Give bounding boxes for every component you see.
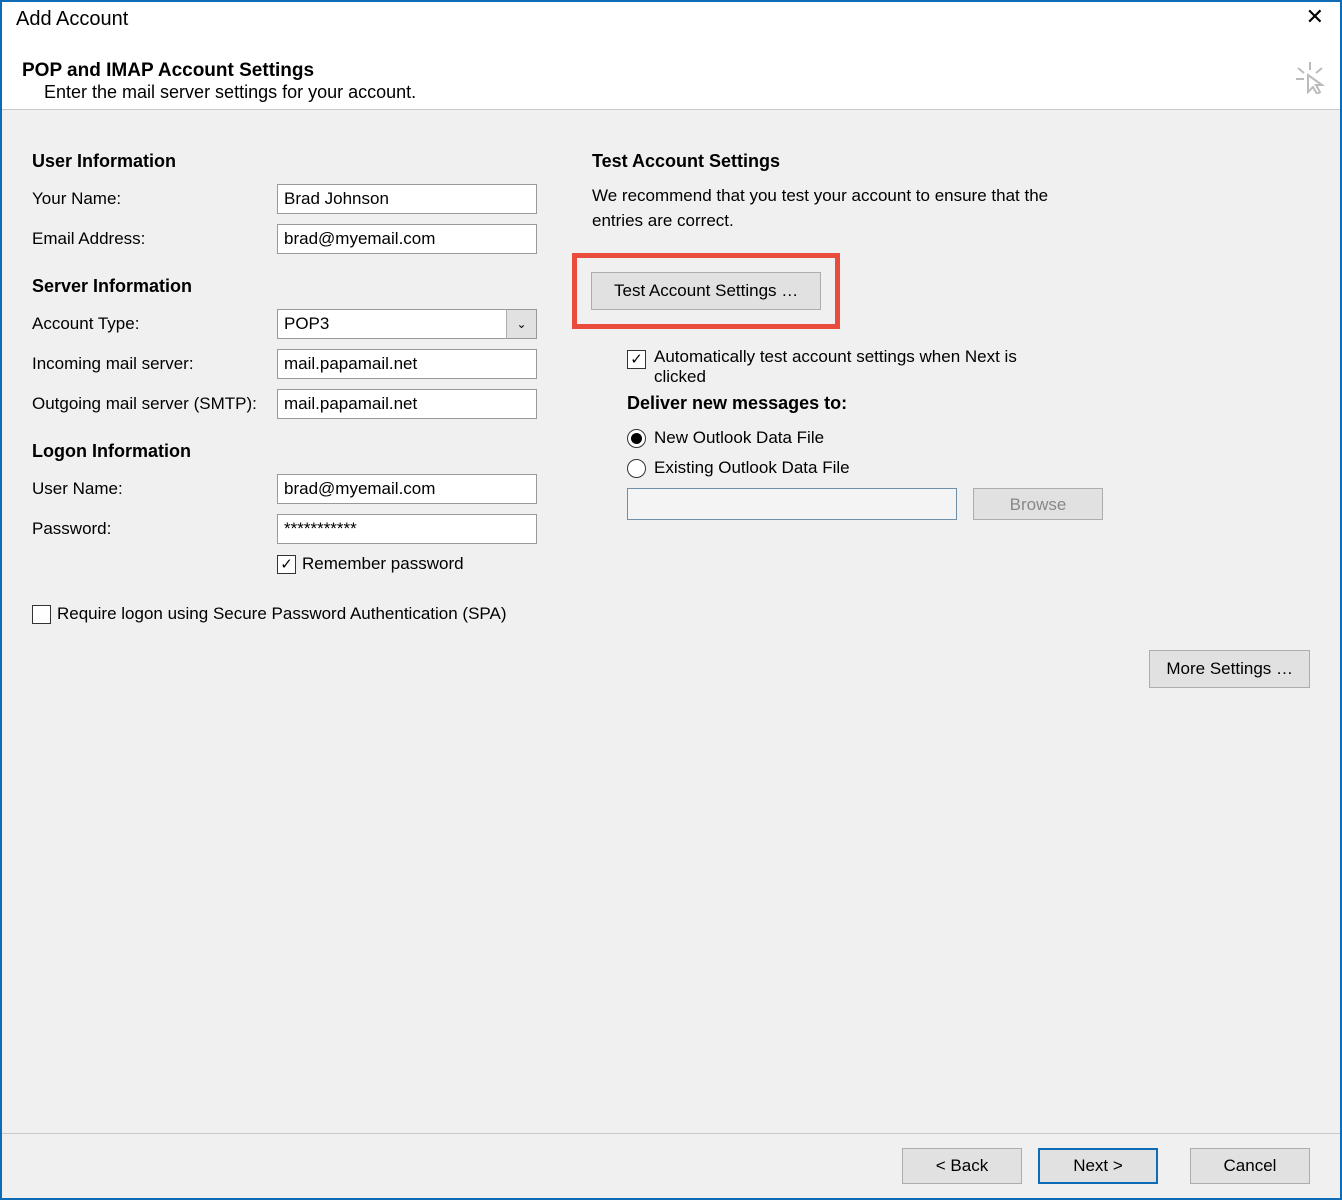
auto-test-label: Automatically test account settings when… [654, 347, 1057, 387]
your-name-label: Your Name: [32, 189, 277, 209]
account-type-value: POP3 [278, 314, 506, 334]
remember-password-checkbox[interactable]: ✓ [277, 555, 296, 574]
cursor-click-icon [1294, 62, 1326, 99]
existing-data-file-radio[interactable] [627, 459, 646, 478]
right-column: Test Account Settings We recommend that … [592, 145, 1310, 1133]
password-label: Password: [32, 519, 277, 539]
chevron-down-icon: ⌄ [506, 310, 536, 338]
test-button-highlight: Test Account Settings … [572, 253, 840, 329]
existing-data-file-label: Existing Outlook Data File [654, 458, 850, 478]
user-info-title: User Information [32, 151, 542, 172]
spa-checkbox[interactable] [32, 605, 51, 624]
more-settings-button[interactable]: More Settings … [1149, 650, 1310, 688]
your-name-input[interactable] [277, 184, 537, 214]
next-button[interactable]: Next > [1038, 1148, 1158, 1184]
content-area: User Information Your Name: Email Addres… [2, 110, 1340, 1133]
left-column: User Information Your Name: Email Addres… [32, 145, 542, 1133]
username-label: User Name: [32, 479, 277, 499]
incoming-server-input[interactable] [277, 349, 537, 379]
titlebar: Add Account ✕ [2, 2, 1340, 48]
account-type-select[interactable]: POP3 ⌄ [277, 309, 537, 339]
subheader: POP and IMAP Account Settings Enter the … [2, 48, 1340, 110]
test-settings-desc: We recommend that you test your account … [592, 184, 1072, 233]
close-icon: ✕ [1306, 4, 1324, 29]
new-data-file-label: New Outlook Data File [654, 428, 824, 448]
window-title: Add Account [16, 6, 128, 31]
existing-data-file-path-input[interactable] [627, 488, 957, 520]
test-settings-title: Test Account Settings [592, 151, 1310, 172]
email-label: Email Address: [32, 229, 277, 249]
deliver-title: Deliver new messages to: [627, 393, 1310, 414]
auto-test-checkbox[interactable]: ✓ [627, 350, 646, 369]
footer: < Back Next > Cancel [2, 1133, 1340, 1198]
logon-info-title: Logon Information [32, 441, 542, 462]
outgoing-label: Outgoing mail server (SMTP): [32, 394, 277, 414]
username-input[interactable] [277, 474, 537, 504]
new-data-file-radio[interactable] [627, 429, 646, 448]
incoming-label: Incoming mail server: [32, 354, 277, 374]
password-input[interactable] [277, 514, 537, 544]
email-input[interactable] [277, 224, 537, 254]
browse-button[interactable]: Browse [973, 488, 1103, 520]
test-account-settings-button[interactable]: Test Account Settings … [591, 272, 821, 310]
close-button[interactable]: ✕ [1298, 6, 1332, 28]
back-button[interactable]: < Back [902, 1148, 1022, 1184]
page-subheading: Enter the mail server settings for your … [44, 82, 1320, 105]
page-heading: POP and IMAP Account Settings [22, 60, 1320, 82]
account-type-label: Account Type: [32, 314, 277, 334]
cancel-button[interactable]: Cancel [1190, 1148, 1310, 1184]
add-account-dialog: Add Account ✕ POP and IMAP Account Setti… [0, 0, 1342, 1200]
outgoing-server-input[interactable] [277, 389, 537, 419]
server-info-title: Server Information [32, 276, 542, 297]
remember-password-label: Remember password [302, 554, 464, 574]
spa-label: Require logon using Secure Password Auth… [57, 604, 507, 624]
